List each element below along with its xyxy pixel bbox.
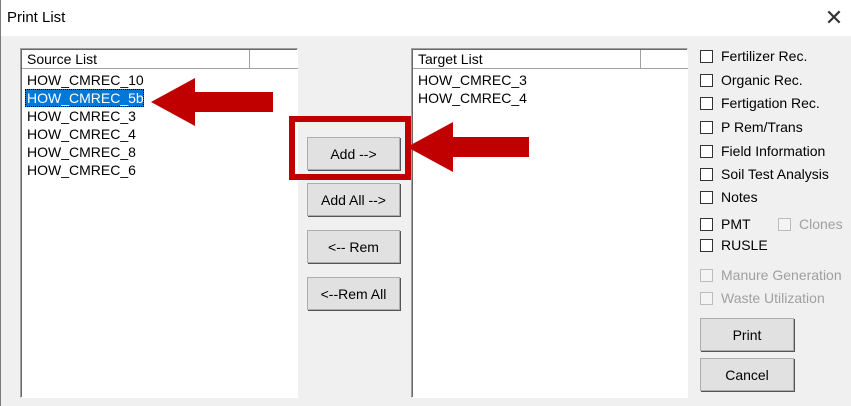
source-list-header: Source List (22, 50, 298, 70)
remove-all-button[interactable]: <--Rem All (307, 277, 400, 310)
target-list-header-filler (641, 50, 688, 69)
source-list-item[interactable]: HOW_CMREC_5b (25, 89, 144, 107)
window-title: Print List (7, 9, 66, 26)
option-notes-checkbox[interactable]: Notes (700, 187, 758, 207)
option-label: Fertilizer Rec. (721, 48, 808, 64)
option-label: Field Information (721, 143, 826, 159)
source-list-item[interactable]: HOW_CMREC_8 (25, 143, 136, 161)
option-label: RUSLE (721, 237, 768, 253)
close-icon: ✕ (824, 5, 844, 30)
print-button[interactable]: Print (700, 318, 794, 351)
source-list-item[interactable]: HOW_CMREC_3 (25, 107, 136, 125)
option-manure-generation-checkbox[interactable]: Manure Generation (700, 265, 842, 285)
arrow-to-selected-item-icon (151, 78, 273, 126)
option-label: P Rem/Trans (721, 119, 803, 135)
target-list-item[interactable]: HOW_CMREC_4 (416, 89, 527, 107)
source-list-header-filler (250, 50, 298, 69)
option-label: Organic Rec. (721, 72, 803, 88)
option-soil-test-analysis-checkbox[interactable]: Soil Test Analysis (700, 164, 829, 184)
checkbox-box[interactable] (700, 190, 713, 204)
checkbox-box[interactable] (700, 144, 713, 158)
source-list-item[interactable]: HOW_CMREC_6 (25, 161, 136, 179)
checkbox-box[interactable] (700, 268, 713, 282)
clones-checkbox-box[interactable] (778, 217, 791, 231)
option-fertigation-rec-checkbox[interactable]: Fertigation Rec. (700, 93, 820, 113)
option-waste-utilization-checkbox[interactable]: Waste Utilization (700, 288, 825, 308)
option-label: Manure Generation (721, 267, 842, 283)
option-fertilizer-rec-checkbox[interactable]: Fertilizer Rec. (700, 46, 807, 66)
checkbox-box[interactable] (700, 217, 713, 231)
remove-button[interactable]: <-- Rem (307, 230, 400, 263)
checkbox-box[interactable] (700, 167, 713, 181)
print-list-dialog: Print List ✕ Source List HOW_CMREC_10 HOW… (0, 0, 851, 406)
option-field-information-checkbox[interactable]: Field Information (700, 141, 825, 161)
source-list-column-header[interactable]: Source List (22, 50, 250, 69)
option-label: Waste Utilization (721, 290, 825, 306)
target-list-item[interactable]: HOW_CMREC_3 (416, 71, 527, 89)
target-list-column-header[interactable]: Target List (413, 50, 641, 69)
arrow-to-add-button-icon (407, 122, 529, 172)
title-bar: Print List ✕ (1, 0, 851, 36)
checkbox-box[interactable] (700, 49, 713, 63)
add-button-highlight (289, 116, 411, 180)
checkbox-box[interactable] (700, 120, 713, 134)
option-label: Fertigation Rec. (721, 95, 820, 111)
checkbox-box[interactable] (700, 291, 713, 305)
source-list-item[interactable]: HOW_CMREC_10 (25, 71, 144, 89)
clones-label: Clones (799, 216, 843, 232)
target-list[interactable]: Target List HOW_CMREC_3 HOW_CMREC_4 (411, 48, 688, 398)
clones-checkbox[interactable]: Clones (778, 214, 843, 234)
option-organic-rec-checkbox[interactable]: Organic Rec. (700, 70, 803, 90)
option-label: Notes (721, 189, 758, 205)
checkbox-box[interactable] (700, 238, 713, 252)
checkbox-box[interactable] (700, 73, 713, 87)
option-label: Soil Test Analysis (721, 166, 829, 182)
option-p-rem-trans-checkbox[interactable]: P Rem/Trans (700, 117, 803, 137)
source-list-item[interactable]: HOW_CMREC_4 (25, 125, 136, 143)
cancel-button[interactable]: Cancel (700, 358, 794, 391)
option-rusle-checkbox[interactable]: RUSLE (700, 235, 768, 255)
option-pmt-checkbox[interactable]: PMT (700, 214, 751, 234)
option-label: PMT (721, 216, 751, 232)
close-button[interactable]: ✕ (816, 0, 851, 36)
add-all-button[interactable]: Add All --> (307, 183, 400, 216)
checkbox-box[interactable] (700, 96, 713, 110)
target-list-items: HOW_CMREC_3 HOW_CMREC_4 (416, 71, 685, 107)
target-list-header: Target List (413, 50, 688, 70)
